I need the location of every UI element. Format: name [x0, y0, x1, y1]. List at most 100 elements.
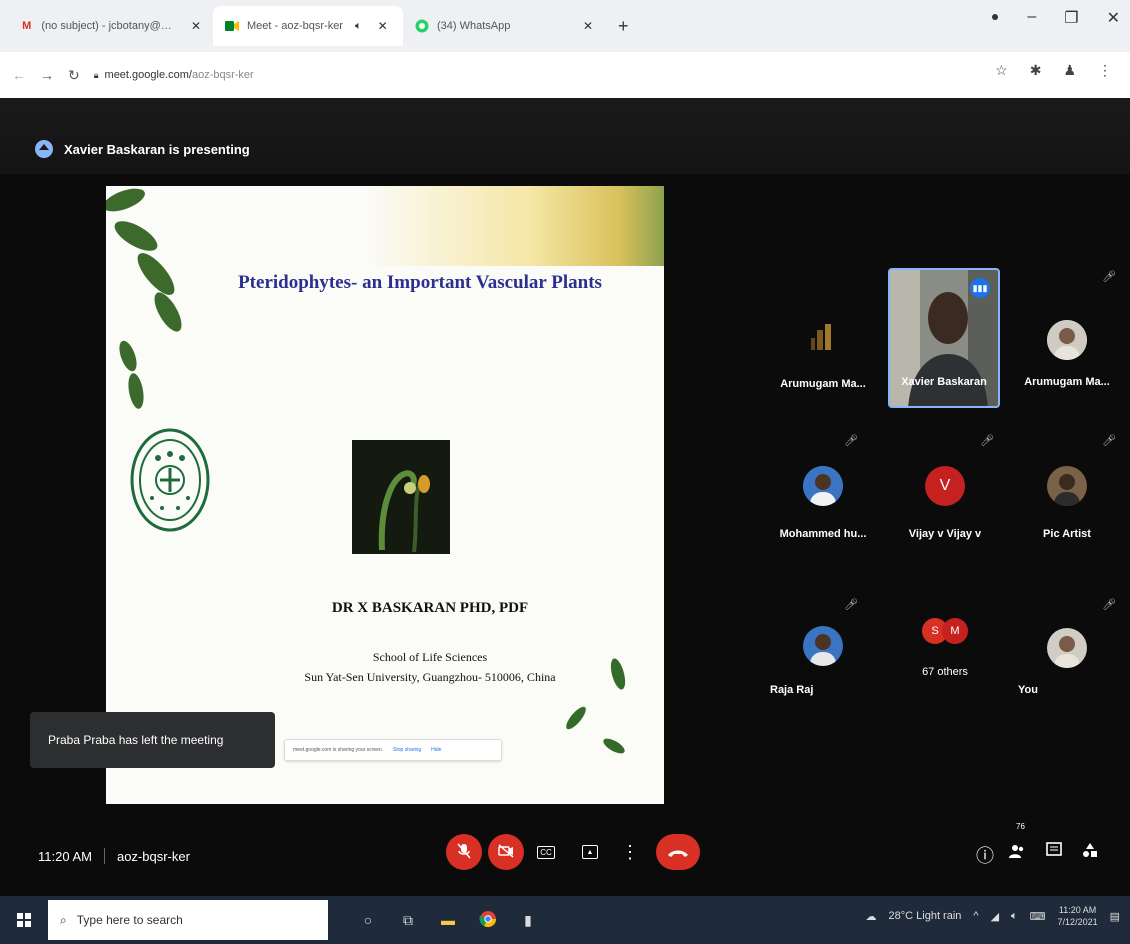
tab-meet[interactable]: Meet - aoz-bqsr-ker 🔈︎ ✕ — [213, 6, 403, 46]
participant-name: Vijay v Vijay v — [908, 528, 982, 540]
participant-tile[interactable]: 🎤︎ You — [1012, 598, 1122, 738]
people-icon[interactable] — [1008, 842, 1026, 865]
stop-sharing-button[interactable]: Stop sharing — [393, 747, 421, 753]
participant-tile[interactable]: 🎤︎ Pic Artist — [1012, 434, 1122, 574]
url-field[interactable]: 🔒︎ meet.google.com/aoz-bqsr-ker — [94, 69, 254, 81]
participant-tile[interactable]: 🎤︎ Raja Raj — [768, 598, 878, 738]
chrome-icon[interactable] — [468, 910, 508, 931]
falling-leaves-decoration — [566, 658, 626, 754]
browser-tab-bar: M (no subject) - jcbotany@gmai... ✕ Meet… — [0, 0, 1130, 52]
close-tab-icon[interactable]: ✕ — [583, 19, 593, 33]
mic-off-icon: 🎤︎ — [1102, 599, 1116, 611]
present-now-button[interactable]: ▲ — [572, 834, 608, 870]
profile-icon[interactable]: ● — [991, 8, 999, 28]
new-tab-button[interactable]: + — [608, 16, 639, 37]
university-seal-logo — [130, 428, 210, 532]
extension-icons: ☆ ✱ ♟ ⋮ — [995, 62, 1112, 79]
volume-icon[interactable]: 🔈︎ — [1011, 910, 1018, 923]
fern-leaves-decoration — [106, 188, 182, 409]
active-speaker-tile[interactable]: ▮▮▮ Xavier Baskaran — [888, 268, 1000, 408]
mic-off-icon: 🎤︎ — [844, 599, 858, 611]
chat-icon[interactable] — [1046, 842, 1062, 863]
meeting-details-icon[interactable]: ⓘ — [976, 842, 994, 868]
divider — [103, 848, 105, 864]
participant-name: Xavier Baskaran — [901, 376, 987, 388]
network-icon[interactable]: ◢ — [991, 910, 999, 923]
captions-button[interactable]: CC — [528, 834, 564, 870]
weather-icon: ☁ — [865, 910, 877, 923]
search-placeholder: Type here to search — [76, 913, 183, 927]
participant-tile[interactable]: Arumugam Ma... — [768, 270, 878, 410]
mic-toggle-button[interactable] — [446, 834, 482, 870]
present-icon: ▲ — [582, 845, 598, 859]
minimize-button[interactable]: – — [1027, 8, 1036, 28]
document-app-icon[interactable]: ▮ — [508, 912, 548, 929]
audio-icon: 🔈︎ — [355, 19, 362, 32]
close-tab-icon[interactable]: ✕ — [191, 19, 201, 33]
participant-count-badge: 76 — [1016, 822, 1025, 831]
participant-tile[interactable]: 🎤︎ Arumugam Ma... — [1012, 270, 1122, 410]
participant-avatar — [1047, 466, 1087, 506]
initial-m-avatar: M — [942, 618, 968, 644]
participant-name: Raja Raj — [770, 684, 814, 696]
participant-tile[interactable]: 🎤︎ Mohammed hu... — [768, 434, 878, 574]
taskbar-clock[interactable]: 11:20 AM 7/12/2021 — [1058, 904, 1098, 928]
whatsapp-icon — [415, 19, 429, 33]
close-window-button[interactable]: ✕ — [1107, 8, 1120, 28]
hide-button[interactable]: Hide — [431, 747, 441, 753]
taskbar-date: 7/12/2021 — [1057, 917, 1098, 927]
cortana-icon[interactable]: ○ — [348, 912, 388, 928]
close-tab-icon[interactable]: ✕ — [378, 19, 388, 33]
language-icon[interactable]: ⌨ — [1030, 910, 1046, 923]
chevron-up-icon[interactable]: ^ — [973, 910, 978, 922]
mic-off-icon — [457, 843, 471, 862]
mic-off-icon: 🎤︎ — [1102, 271, 1116, 283]
person-extension-icon[interactable]: ♟ — [1063, 62, 1076, 79]
more-vert-icon: ⋮ — [621, 841, 639, 862]
meeting-code: aoz-bqsr-ker — [116, 848, 190, 864]
tab-whatsapp[interactable]: (34) WhatsApp ✕ — [403, 6, 608, 46]
participant-avatar — [1047, 320, 1087, 360]
mic-off-icon: 🎤︎ — [844, 435, 858, 447]
leave-call-button[interactable] — [656, 834, 700, 870]
system-tray: ☁ 28°C Light rain ^ ◢ 🔈︎ ⌨ 11:20 AM 7/12… — [866, 904, 1120, 928]
camera-toggle-button[interactable] — [488, 834, 524, 870]
activities-icon[interactable] — [1082, 842, 1098, 863]
share-notice-text: meet.google.com is sharing your screen. — [293, 747, 384, 753]
meeting-control-bar: 11:20 AM aoz-bqsr-ker CC ▲ ⋮ ⓘ 76 — [0, 806, 1130, 896]
captions-icon: CC — [537, 845, 555, 859]
back-arrow-icon[interactable]: ← — [12, 67, 26, 83]
more-menu-icon[interactable]: ⋮ — [1098, 62, 1112, 79]
windows-start-icon[interactable] — [0, 913, 48, 927]
participant-group-tile[interactable]: S M 67 others — [890, 598, 1000, 738]
task-view-icon[interactable]: ⧉ — [388, 912, 428, 929]
screen: M (no subject) - jcbotany@gmai... ✕ Meet… — [0, 0, 1130, 944]
restore-button[interactable]: ❐ — [1064, 8, 1078, 28]
reload-icon[interactable]: ↻ — [68, 67, 80, 84]
tab-gmail[interactable]: M (no subject) - jcbotany@gmai... ✕ — [8, 6, 213, 46]
puzzle-icon[interactable]: ✱ — [1030, 62, 1042, 79]
slide-author: DR X BASKARAN PHD, PDF — [331, 600, 529, 616]
weather-text: 28°C Light rain — [888, 910, 962, 922]
participant-name: 67 others — [922, 666, 968, 678]
tab-label: (34) WhatsApp — [437, 20, 511, 32]
participant-avatar — [803, 316, 843, 356]
left-meeting-toast: Praba Praba has left the meeting — [30, 712, 275, 768]
notifications-icon[interactable]: ▤ — [1110, 910, 1120, 923]
participant-name: Arumugam Ma... — [1024, 376, 1110, 388]
forward-arrow-icon[interactable]: → — [40, 67, 54, 83]
file-explorer-icon[interactable]: ▬ — [428, 912, 468, 928]
participant-tile[interactable]: 🎤︎ V Vijay v Vijay v — [890, 434, 1000, 574]
more-options-button[interactable]: ⋮ — [612, 834, 648, 870]
taskbar-search-box[interactable]: ⌕ Type here to search — [48, 900, 328, 940]
participant-avatar — [803, 626, 843, 666]
presenting-bar: Xavier Baskaran is presenting — [0, 98, 1130, 174]
search-icon: ⌕ — [60, 912, 67, 927]
lock-icon: 🔒︎ — [93, 69, 99, 80]
bookmark-star-icon[interactable]: ☆ — [995, 62, 1008, 79]
speaking-indicator-icon: ▮▮▮ — [970, 278, 990, 298]
url-host: meet.google.com/ — [104, 69, 192, 81]
fern-fiddlehead-photo — [352, 440, 450, 554]
meet-icon — [225, 19, 239, 33]
presenting-text: Xavier Baskaran is presenting — [64, 142, 250, 157]
